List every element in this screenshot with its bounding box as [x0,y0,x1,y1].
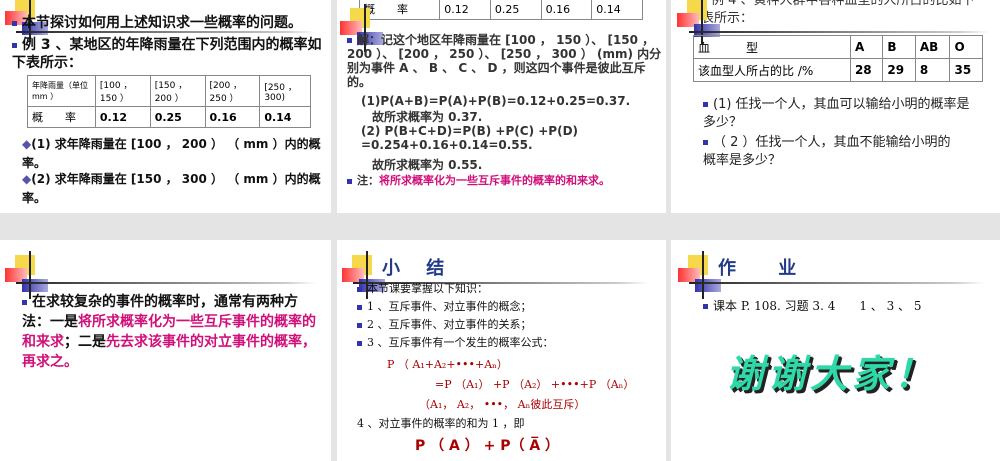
bullet-icon [357,286,362,292]
table-cell: 该血型人所占的比 /% [693,58,851,82]
table-cell: 0.16 [204,106,261,128]
table-header: 年降雨量（单位 mm ） [27,75,96,107]
bullet-icon [347,178,352,184]
bullet-icon [703,102,708,107]
table-cell: 概 率 [27,106,96,128]
table-header: [200 ， 250 ） [204,75,261,107]
slide-title: 作 业 [718,258,815,279]
summary-item: 1 、互斥事件、对立事件的概念； [357,298,554,316]
blood-type-table: 血 型 A B AB O 该血型人所占的比 /% 28 29 8 35 [693,35,983,82]
note-label: 注： [357,174,379,187]
bullet-icon [12,42,17,48]
note-text: 将所求概率化为一些互斥事件的概率的和来求。 [379,174,610,187]
bullet-icon [12,20,17,26]
formula-line-3: （A₁， A₂， •••， Aₙ彼此互斥） [419,398,586,411]
intro-text: 本节探讨如何用上述知识求一些概率的问题。 [22,15,302,31]
slide-thumbnail-1[interactable]: 本节探讨如何用上述知识求一些概率的问题。 例 3 、某地区的年降雨量在下列范围内… [0,0,331,213]
slide-thumbnail-5[interactable]: 小 结 本节课要掌握以下知识： 1 、互斥事件、对立事件的概念； 2 、互斥事件… [337,240,666,461]
table-header: AB [914,35,951,59]
table-header: [150 ， 200 ） [149,75,206,107]
table-header: [100 ， 150 ） [94,75,151,107]
bullet-icon [703,140,708,145]
table-cell: 29 [882,58,916,82]
slide-thumbnail-2[interactable]: 概 率 0.12 0.25 0.16 0.14 解：记这个地区年降雨量在 [100 ， … [337,0,666,213]
complement-formula: P （ A ） + P（ A̅ ） [415,438,560,454]
slide-logo-icon [677,0,723,44]
rainfall-table-partial: 概 率 0.12 0.25 0.16 0.14 [358,0,643,20]
bullet-icon [703,304,708,309]
table-cell: 0.14 [259,106,311,128]
table-header: B [882,35,916,59]
question-2: ◆(2) 求年降雨量在 [150 ， 300 ） （ mm ）内的概率。 [22,172,321,205]
question-1: ◆(1) 求年降雨量在 [100 ， 200 ） （ mm ）内的概率。 [22,137,321,170]
table-header: 血 型 [693,35,851,59]
bullet-icon [22,299,27,305]
slide-thumbnail-4[interactable]: 在求较复杂的事件的概率时，通常有两种方法：一是将所求概率化为一些互斥事件的概率的… [0,240,331,461]
summary-item: 3 、互斥事件有一个发生的概率公式： [357,334,554,352]
bullet-icon [347,38,352,43]
solution-text: 解：记这个地区年降雨量在 [100 ， 150 ）、 [150 ， 200 ）、… [347,33,662,89]
question-2: （ 2 ）任找一个人，其血不能输给小明的概率是多少？ [703,135,951,168]
table-header: O [949,35,983,59]
bullet-icon [357,340,362,346]
example-text: 例 3 、某地区的年降雨量在下列范围内的概率如下表所示： [12,37,322,71]
table-cell: 0.12 [439,0,491,20]
slide-logo-icon [5,251,51,299]
bullet-icon [357,322,362,328]
rainfall-table: 年降雨量（单位 mm ） [100 ， 150 ） [150 ， 200 ） [200… [27,75,311,128]
method-text: ；二是 [64,334,106,350]
table-cell: 8 [914,58,951,82]
table-cell: 0.25 [149,106,206,128]
slide-title: 小 结 [382,258,455,279]
table-header: [250 ， 300) [259,75,311,107]
question-1: (1) 任找一个人，其血可以输给小明的概率是多少？ [703,97,970,130]
example-text: 例 4 、黄种人群中各种血型的人所占的比如下表所示： [701,0,975,26]
slide-thumbnail-6[interactable]: 作 业 课本 P. 108. 习题 3. 4 1 、 3 、 5 谢谢大家！ [671,240,1000,461]
table-header: A [849,35,884,59]
slide-thumbnail-3[interactable]: 例 4 、黄种人群中各种血型的人所占的比如下表所示： 血 型 A B AB O 该血型人… [671,0,1000,213]
homework-text: 课本 P. 108. 习题 3. 4 1 、 3 、 5 [713,299,922,313]
table-cell: 0.16 [540,0,593,20]
bullet-icon [357,304,362,310]
table-cell: 35 [949,58,983,82]
table-cell: 0.25 [489,0,542,20]
summary-item-4: 4 、对立事件的概率的和为 1 ，即 [357,417,525,430]
formula-line-2: =P （A₁） +P （A₂） +•••+P （Aₙ） [435,378,635,391]
table-cell: 28 [849,58,884,82]
summary-item: 本节课要掌握以下知识： [357,280,554,298]
table-cell: 0.12 [94,106,151,128]
summary-item: 2 、互斥事件、对立事件的关系； [357,316,554,334]
formula-line-1: P （ A₁+A₂+•••+Aₙ） [387,358,508,371]
thanks-text: 谢谢大家！ [726,352,937,396]
formula-2: (2) P(B+C+D)=P(B) +P(C) +P(D) =0.254+0.1… [361,124,579,152]
table-cell: 0.14 [591,0,643,20]
